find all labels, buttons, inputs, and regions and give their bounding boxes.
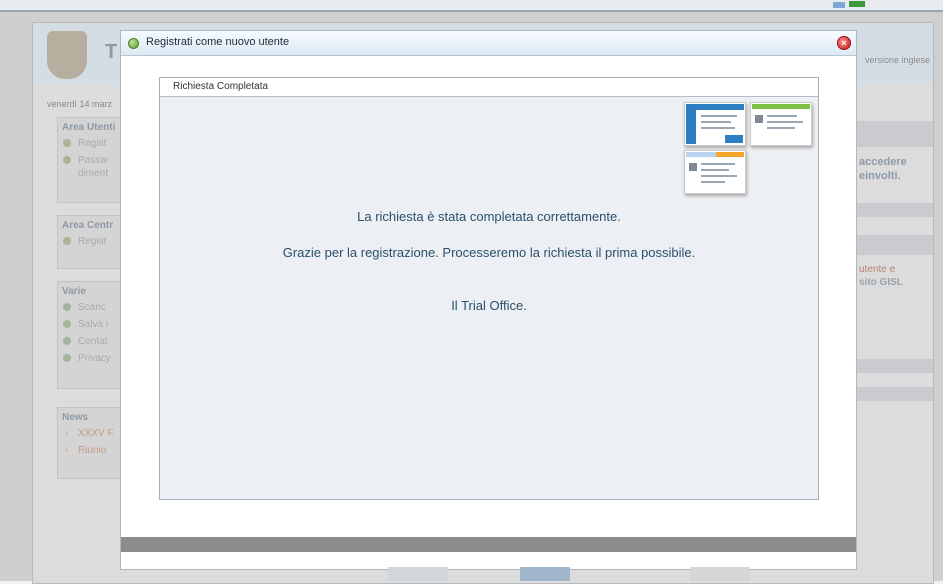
sidebar-item-label: Salva i (78, 319, 109, 330)
completion-message: La richiesta è stata completata corretta… (357, 209, 621, 224)
completion-panel: Richiesta Completata La richiesta è stat… (159, 77, 819, 500)
background-fragment (690, 567, 750, 581)
panel-header: Richiesta Completata (160, 78, 818, 97)
right-box-header (853, 121, 933, 147)
bullet-icon (63, 156, 71, 164)
right-box-divider (853, 359, 933, 373)
toolbar-indicator-green (849, 1, 865, 7)
signature-message: Il Trial Office. (451, 298, 527, 313)
thumbnail-line (701, 121, 731, 123)
thumbnail-line (701, 127, 735, 129)
panel-title: Richiesta Completata (173, 81, 269, 92)
thumbnail-line (701, 115, 737, 117)
close-icon[interactable]: × (837, 36, 851, 50)
thumbnail-line (767, 127, 795, 129)
background-fragment (388, 567, 448, 581)
sidebar-item-label: Scaric (78, 302, 106, 313)
toolbar-indicator-blue (833, 2, 845, 8)
sidebar-item-label: Regist (78, 236, 107, 247)
thumbnail-sidebar (686, 104, 696, 144)
arrow-icon: › (65, 428, 68, 438)
lang-link[interactable]: versione inglese (865, 55, 930, 65)
modal-title: Registrati come nuovo utente (146, 36, 290, 48)
thumbnail-line (767, 115, 797, 117)
site-logo-icon (47, 31, 87, 79)
sidebar-item-label: Contat (78, 336, 108, 347)
right-box-divider (853, 387, 933, 401)
news-item-label: XXXV F (78, 428, 114, 439)
site-title-initial: T (105, 41, 118, 63)
thumbnail-line (755, 115, 763, 123)
thumbnail-image (684, 102, 746, 146)
right-link[interactable]: utente e (859, 263, 895, 276)
right-box-header (853, 235, 933, 255)
registration-modal: Registrati come nuovo utente × Richiesta… (120, 30, 857, 570)
thumbnail-line (701, 169, 729, 171)
thumbnail-header (686, 104, 744, 110)
bullet-icon (63, 237, 71, 245)
sidebar-item-label: Passw (78, 155, 108, 166)
thumbnail-line (701, 175, 737, 177)
thumbnail-line (689, 163, 697, 171)
thanks-message: Grazie per la registrazione. Processerem… (282, 245, 696, 260)
bullet-icon (63, 354, 71, 362)
status-dot-icon (128, 38, 139, 49)
right-link[interactable]: sito GISL (859, 276, 903, 289)
thumbnail-line (701, 181, 725, 183)
right-text: accedere (859, 156, 907, 168)
sidebar-item-label: diment (78, 168, 109, 179)
thumbnail-header-left (686, 152, 716, 157)
thumbnail-header (752, 104, 810, 109)
site-date: venerdì 14 marz (47, 99, 113, 109)
right-box-divider (853, 203, 933, 217)
thumbnail-line (701, 163, 735, 165)
modal-footer-bar (121, 537, 856, 552)
sidebar-item-label: Privacy (78, 353, 111, 364)
thumbnail-image (750, 102, 812, 146)
thumbnail-image (684, 150, 746, 194)
bullet-icon (63, 139, 71, 147)
right-text: einvolti. (859, 170, 901, 182)
browser-top-bar (0, 0, 943, 12)
background-fragment (520, 567, 570, 581)
bullet-icon (63, 303, 71, 311)
arrow-icon: › (65, 445, 68, 455)
bullet-icon (63, 337, 71, 345)
sidebar-item-label: Regist (78, 138, 107, 149)
modal-title-bar: Registrati come nuovo utente × (121, 31, 856, 56)
news-item-label: Riunio (78, 445, 107, 456)
thumbnail-block (725, 135, 743, 143)
thumbnail-line (767, 121, 803, 123)
bullet-icon (63, 320, 71, 328)
